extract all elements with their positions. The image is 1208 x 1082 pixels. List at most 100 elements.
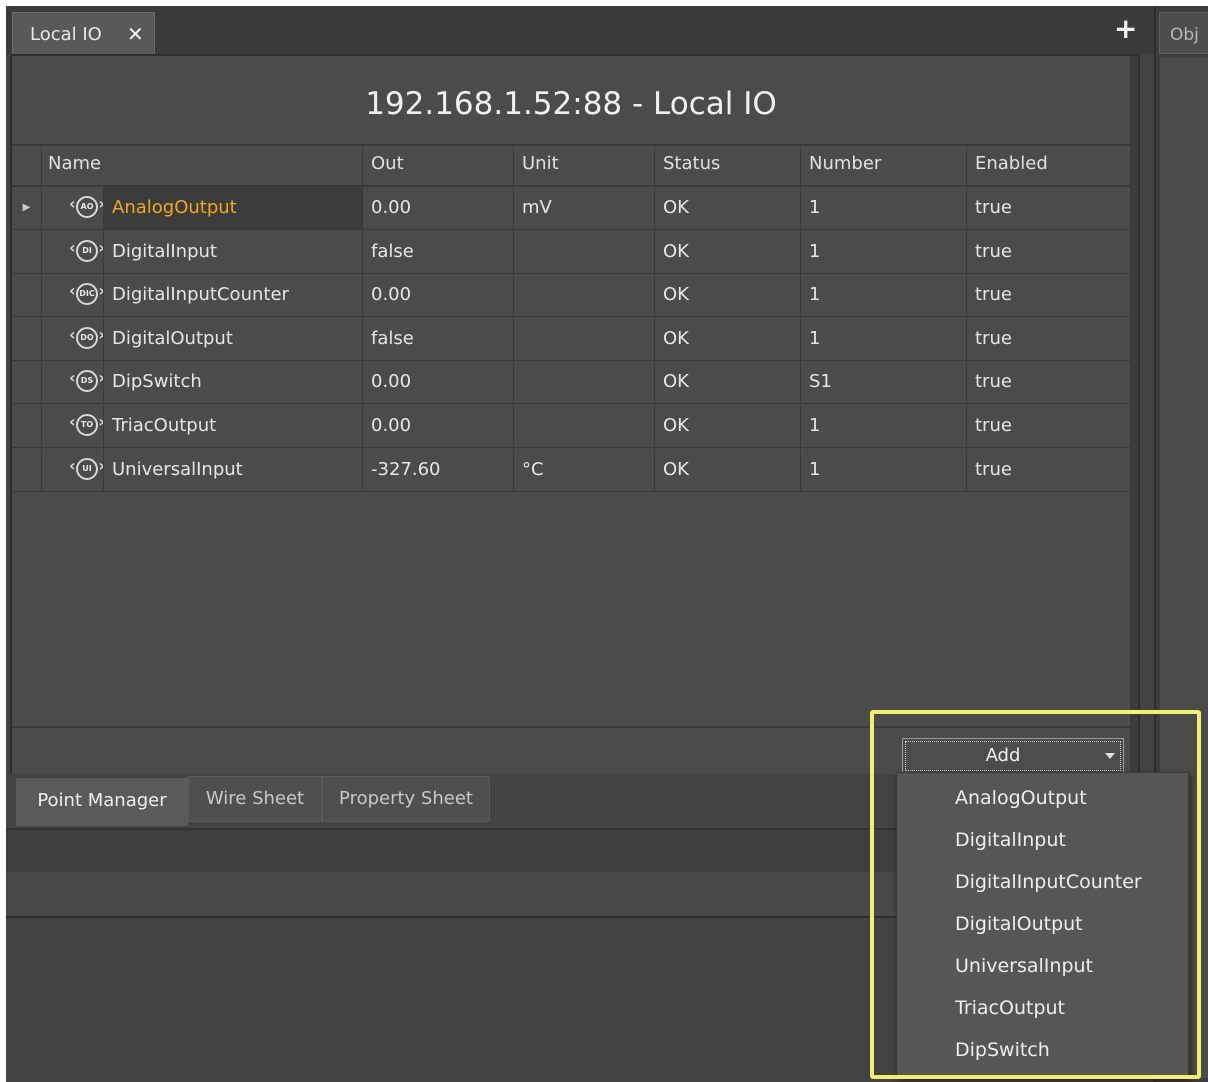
column-header[interactable]: Name xyxy=(42,146,363,186)
table-row[interactable]: ▶ AOAnalogOutput0.00mVOK1true xyxy=(12,187,1130,230)
cell-out: 0.00 xyxy=(363,274,514,318)
column-header[interactable]: Number xyxy=(801,146,967,186)
close-icon[interactable]: ✕ xyxy=(127,22,144,46)
row-spacer xyxy=(12,274,42,318)
add-tab-icon[interactable]: + xyxy=(1114,14,1137,44)
table-row[interactable]: DIDigitalInputfalse OK1true xyxy=(12,230,1130,274)
menu-item[interactable]: AnalogOutput xyxy=(955,787,1087,809)
cell-enabled: true xyxy=(967,187,1130,230)
tab-point-manager[interactable]: Point Manager xyxy=(16,778,188,826)
point-manager-pane: 192.168.1.52:88 - Local IO Name Out Unit St… xyxy=(10,54,1140,774)
cell-status: OK xyxy=(655,361,801,405)
point-name: TriacOutput xyxy=(104,405,363,448)
cell-status: OK xyxy=(655,317,801,361)
cell-out: -327.60 xyxy=(363,448,514,492)
expand-arrow-icon[interactable]: ▶ xyxy=(12,187,42,230)
point-type-cell: DIC xyxy=(42,274,104,318)
app-frame: Local IO ✕ + Obj 192.168.1.52:88 - Local… xyxy=(6,6,1208,1082)
menu-item[interactable]: TriacOutput xyxy=(955,997,1065,1019)
point-name: DipSwitch xyxy=(104,361,363,405)
table-row[interactable]: DODigitalOutputfalse OK1true xyxy=(12,317,1130,361)
tab-property-sheet[interactable]: Property Sheet xyxy=(322,776,490,822)
point-type-icon: UI xyxy=(69,457,103,480)
cell-enabled: true xyxy=(967,274,1130,318)
point-type-cell: DI xyxy=(42,230,104,274)
table-row[interactable]: UIUniversalInput-327.60°COK1true xyxy=(12,448,1130,492)
cell-enabled: true xyxy=(967,231,1130,274)
cell-number: 1 xyxy=(801,317,967,361)
point-type-icon: DS xyxy=(69,369,103,393)
tab-title: Local IO xyxy=(30,24,102,45)
tab-wire-sheet[interactable]: Wire Sheet xyxy=(188,776,322,822)
table-row[interactable]: TOTriacOutput0.00 OK1true xyxy=(12,405,1130,448)
cell-number: 1 xyxy=(801,274,967,318)
column-header[interactable]: Enabled xyxy=(967,146,1130,186)
cell-out: false xyxy=(363,317,514,361)
point-name: AnalogOutput xyxy=(104,187,363,230)
column-header[interactable]: Unit xyxy=(514,146,655,186)
point-name: DigitalOutput xyxy=(104,317,363,361)
add-button-label: Add xyxy=(985,745,1021,766)
point-type-cell: TO xyxy=(42,405,104,448)
cell-unit xyxy=(514,230,655,274)
cell-unit xyxy=(514,405,655,448)
cell-unit xyxy=(514,274,655,318)
header-spacer xyxy=(12,146,42,186)
table-row[interactable]: DSDipSwitch0.00 OKS1true xyxy=(12,361,1130,405)
cell-enabled: true xyxy=(967,361,1130,405)
cell-out: false xyxy=(363,230,514,274)
point-name: DigitalInputCounter xyxy=(104,274,363,318)
row-spacer xyxy=(12,361,42,405)
cell-unit: mV xyxy=(514,187,655,230)
point-type-icon: DI xyxy=(69,239,103,262)
cell-status: OK xyxy=(655,405,801,448)
point-type-cell: DS xyxy=(42,361,104,405)
cell-status: OK xyxy=(655,230,801,274)
point-type-cell: AO xyxy=(42,187,104,230)
cell-status: OK xyxy=(655,274,801,318)
point-type-icon: AO xyxy=(69,195,103,218)
point-type-cell: DO xyxy=(42,317,104,361)
add-dropdown-button[interactable]: Add xyxy=(902,738,1124,774)
cell-unit: °C xyxy=(514,448,655,492)
menu-item[interactable]: DipSwitch xyxy=(955,1039,1050,1061)
cell-status: OK xyxy=(655,187,801,230)
tab-strip: Local IO ✕ + xyxy=(6,6,1154,54)
menu-item[interactable]: UniversalInput xyxy=(955,955,1093,977)
vertical-scrollbar[interactable] xyxy=(1130,56,1138,772)
point-type-icon: DO xyxy=(69,326,103,349)
chevron-down-icon xyxy=(1105,753,1115,759)
point-type-icon: TO xyxy=(69,413,103,436)
point-name: UniversalInput xyxy=(104,448,363,492)
cell-out: 0.00 xyxy=(363,361,514,405)
cell-number: 1 xyxy=(801,187,967,230)
point-type-icon: DIC xyxy=(69,282,103,306)
row-spacer xyxy=(12,405,42,448)
cell-number: 1 xyxy=(801,448,967,492)
page-title: 192.168.1.52:88 - Local IO xyxy=(12,56,1130,146)
tab-objects[interactable]: Obj xyxy=(1159,12,1208,54)
row-spacer xyxy=(12,448,42,492)
cell-unit xyxy=(514,317,655,361)
point-name: DigitalInput xyxy=(104,230,363,274)
cell-enabled: true xyxy=(967,405,1130,448)
row-spacer xyxy=(12,317,42,361)
menu-item[interactable]: DigitalOutput xyxy=(955,913,1083,935)
menu-item[interactable]: DigitalInput xyxy=(955,829,1066,851)
cell-unit xyxy=(514,361,655,405)
table-row[interactable]: DICDigitalInputCounter0.00 OK1true xyxy=(12,274,1130,318)
tab-local-io[interactable]: Local IO ✕ xyxy=(12,12,155,54)
cell-number: 1 xyxy=(801,230,967,274)
add-dropdown-menu: AnalogOutput DigitalInput DigitalInputCoun… xyxy=(896,772,1189,1078)
cell-number: S1 xyxy=(801,361,967,405)
cell-number: 1 xyxy=(801,405,967,448)
side-tab-label: Obj xyxy=(1170,25,1199,45)
cell-status: OK xyxy=(655,448,801,492)
table-header: Name Out Unit Status Number Enabled xyxy=(12,146,1130,187)
cell-out: 0.00 xyxy=(363,187,514,230)
cell-enabled: true xyxy=(967,449,1130,492)
menu-item[interactable]: DigitalInputCounter xyxy=(955,871,1142,893)
column-header[interactable]: Out xyxy=(363,146,514,186)
column-header[interactable]: Status xyxy=(655,146,801,186)
point-type-cell: UI xyxy=(42,448,104,492)
